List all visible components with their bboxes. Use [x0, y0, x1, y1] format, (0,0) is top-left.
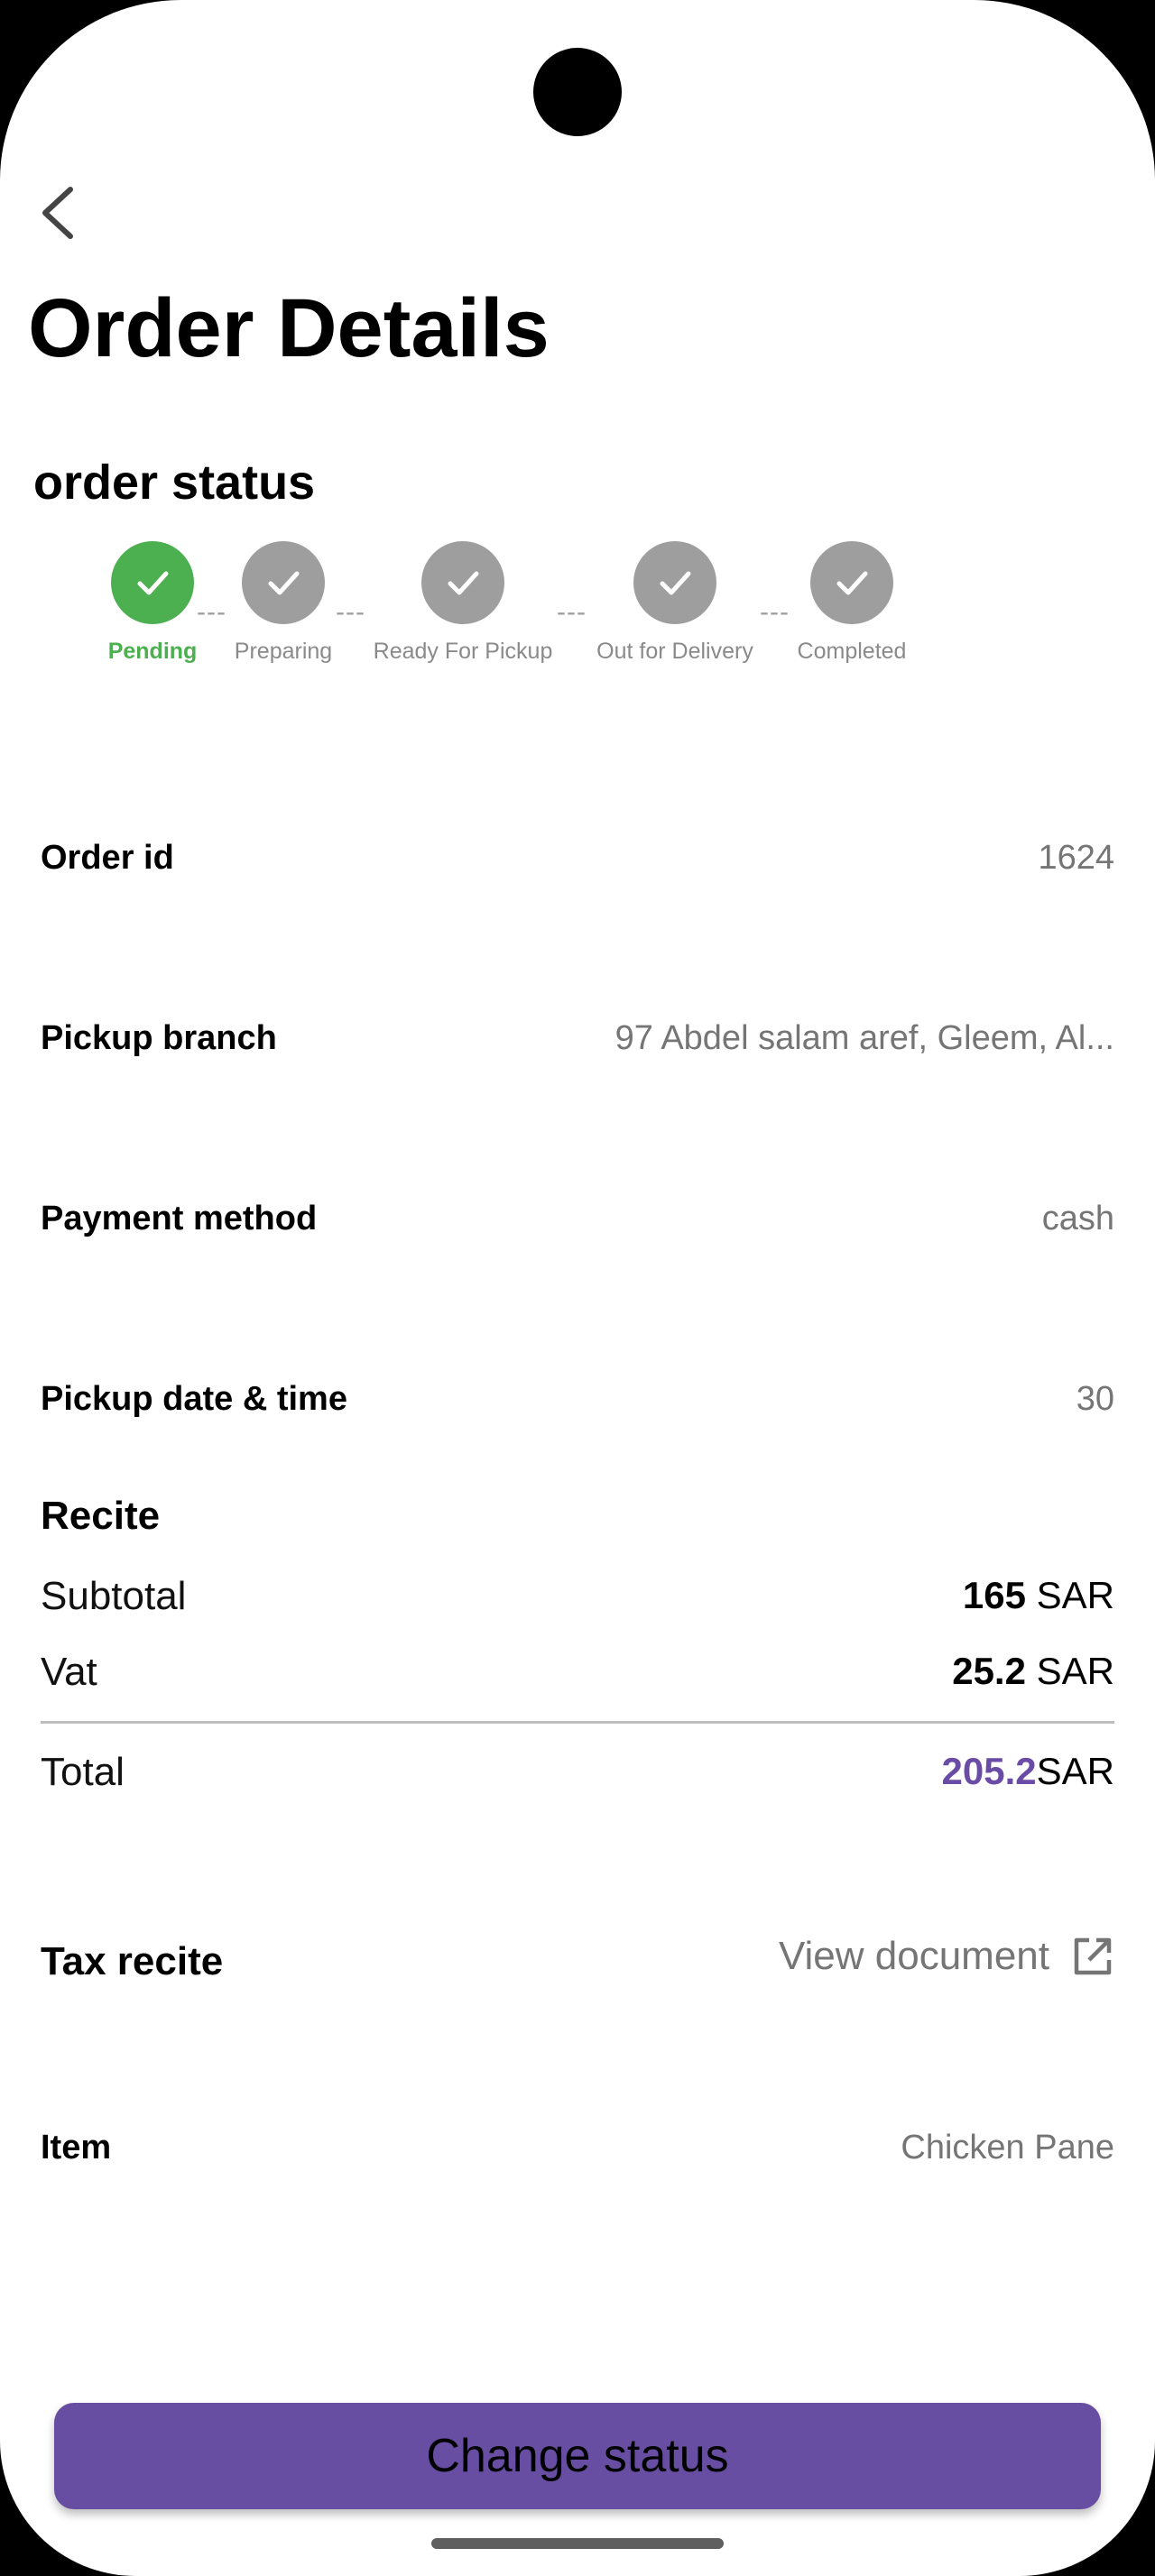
subtotal-label: Subtotal: [41, 1574, 187, 1618]
vat-amount: 25.2 SAR: [952, 1650, 1114, 1693]
recite-divider: [41, 1721, 1114, 1724]
currency: SAR: [1036, 1750, 1114, 1792]
step-out-for-delivery-label: Out for Delivery: [596, 639, 753, 664]
view-document-text: View document: [778, 1934, 1049, 1978]
vat-label: Vat: [41, 1650, 97, 1694]
item-label: Item: [41, 2129, 112, 2167]
check-icon: [137, 571, 169, 595]
page-title: Order Details: [28, 282, 550, 374]
payment-method-label: Payment method: [41, 1200, 318, 1237]
order-id-value: 1624: [1038, 839, 1114, 877]
payment-method-value: cash: [1041, 1200, 1114, 1237]
tax-recite-label: Tax recite: [41, 1939, 224, 1983]
step-pending-indicator: [111, 541, 194, 624]
step-completed-label: Completed: [797, 639, 907, 664]
subtotal-amount: 165 SAR: [963, 1574, 1114, 1617]
step-separator: ---: [336, 597, 365, 627]
check-icon: [448, 571, 479, 595]
step-separator: ---: [197, 597, 226, 627]
total-label: Total: [41, 1750, 125, 1794]
order-id-label: Order id: [41, 839, 174, 877]
step-pending-label: Pending: [107, 639, 198, 664]
vat-value: 25.2: [952, 1650, 1026, 1692]
front-camera: [533, 48, 622, 136]
change-status-button[interactable]: Change status: [54, 2403, 1101, 2509]
recite-title: Recite: [41, 1494, 161, 1538]
check-icon: [660, 571, 691, 595]
currency: SAR: [1036, 1574, 1114, 1616]
order-status-title: order status: [33, 455, 316, 510]
step-ready-for-pickup-label: Ready For Pickup: [373, 639, 553, 664]
step-separator: ---: [760, 597, 790, 627]
item-value: Chicken Pane: [901, 2129, 1114, 2167]
step-separator: ---: [557, 597, 587, 627]
step-preparing-indicator: [242, 541, 325, 624]
back-button[interactable]: [36, 180, 83, 245]
open-external-icon: [1074, 1937, 1112, 1975]
check-icon: [268, 571, 300, 595]
currency: SAR: [1036, 1650, 1114, 1692]
back-arrow-icon: [42, 187, 73, 239]
pickup-datetime-value: 30: [1076, 1380, 1114, 1418]
home-indicator[interactable]: [431, 2538, 724, 2549]
total-amount: 205.2SAR: [942, 1750, 1114, 1793]
pickup-branch-value: 97 Abdel salam aref, Gleem, Al...: [614, 1019, 1114, 1057]
step-out-for-delivery-indicator: [633, 541, 716, 624]
step-completed-indicator: [810, 541, 893, 624]
app-screen: Order Details order status Pending --- P…: [0, 0, 1155, 2576]
pickup-branch-label: Pickup branch: [41, 1019, 277, 1057]
subtotal-value: 165: [962, 1574, 1026, 1616]
step-preparing-label: Preparing: [234, 639, 333, 664]
check-icon: [836, 571, 868, 595]
total-value: 205.2: [941, 1750, 1037, 1792]
step-ready-for-pickup-indicator: [421, 541, 504, 624]
pickup-datetime-label: Pickup date & time: [41, 1380, 347, 1418]
view-document-link[interactable]: View document: [779, 1934, 1114, 1979]
